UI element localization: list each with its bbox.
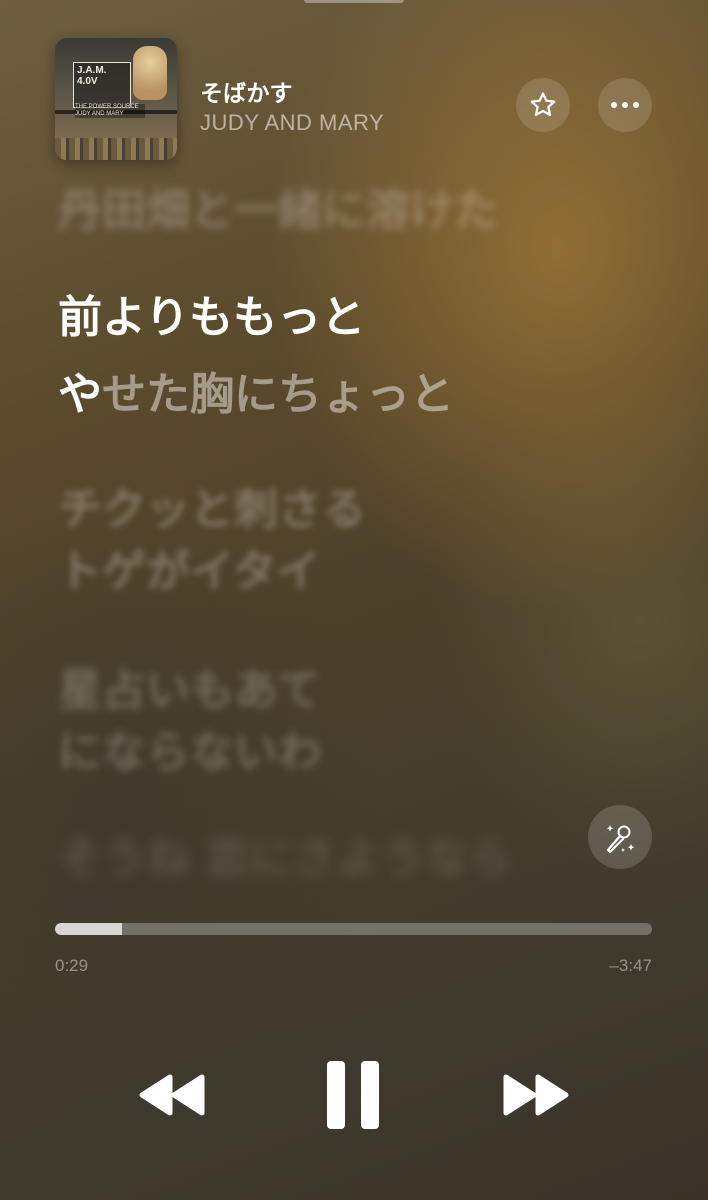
song-title[interactable]: そばかす xyxy=(200,74,292,108)
fast-forward-icon xyxy=(503,1074,569,1116)
lyric-line: 星占いもあて xyxy=(58,665,322,716)
previous-track-button[interactable] xyxy=(132,1065,212,1125)
lyric-line: そうね 恋にさようなら xyxy=(58,833,513,884)
lyric-line-current-2[interactable]: やせた胸にちょっと xyxy=(58,364,454,426)
lyric-line: にならないわ xyxy=(58,727,322,778)
rewind-icon xyxy=(139,1074,205,1116)
lyric-group-next-3[interactable]: そうね 恋にさようなら xyxy=(58,828,512,890)
more-options-button[interactable] xyxy=(598,78,652,132)
microphone-sparkle-icon xyxy=(606,825,635,854)
lyric-line: トゲがイタイ xyxy=(58,546,321,597)
lyric-line: チクッと刺さる xyxy=(58,484,366,535)
sheet-grabber[interactable] xyxy=(304,0,404,3)
album-artwork: J.A.M. 4.0V THE POWER SOURCE JUDY AND MA… xyxy=(55,38,177,160)
pause-icon xyxy=(327,1061,379,1129)
artwork-strip-text: THE POWER SOURCE JUDY AND MARY xyxy=(75,104,145,118)
lyric-unsung-part: せた胸にちょっと xyxy=(102,369,454,420)
progress-fill xyxy=(55,923,123,935)
lyric-sung-part: や xyxy=(58,369,102,420)
playback-progress-slider[interactable] xyxy=(55,923,652,935)
artwork-label-text: J.A.M. 4.0V xyxy=(77,65,107,87)
remaining-time: –3:47 xyxy=(609,956,652,975)
artwork-shelf-items xyxy=(55,138,177,160)
elapsed-time: 0:29 xyxy=(55,956,89,975)
artist-name[interactable]: JUDY AND MARY xyxy=(200,110,384,136)
lyric-group-next-1[interactable]: チクッと刺さる トゲがイタイ xyxy=(58,479,366,603)
star-outline-icon xyxy=(530,92,556,116)
artwork-teddy-bear xyxy=(133,46,167,100)
favorite-button[interactable] xyxy=(516,78,570,132)
lyric-line-previous[interactable]: 丹田畑と一緒に溶けた xyxy=(58,180,498,242)
lyric-line-current[interactable]: 前よりももっと xyxy=(58,287,365,349)
ellipsis-icon xyxy=(611,102,639,108)
sing-mode-button[interactable] xyxy=(588,805,652,869)
next-track-button[interactable] xyxy=(496,1065,576,1125)
lyric-group-next-2[interactable]: 星占いもあて にならないわ xyxy=(58,660,322,784)
pause-button[interactable] xyxy=(318,1055,388,1135)
